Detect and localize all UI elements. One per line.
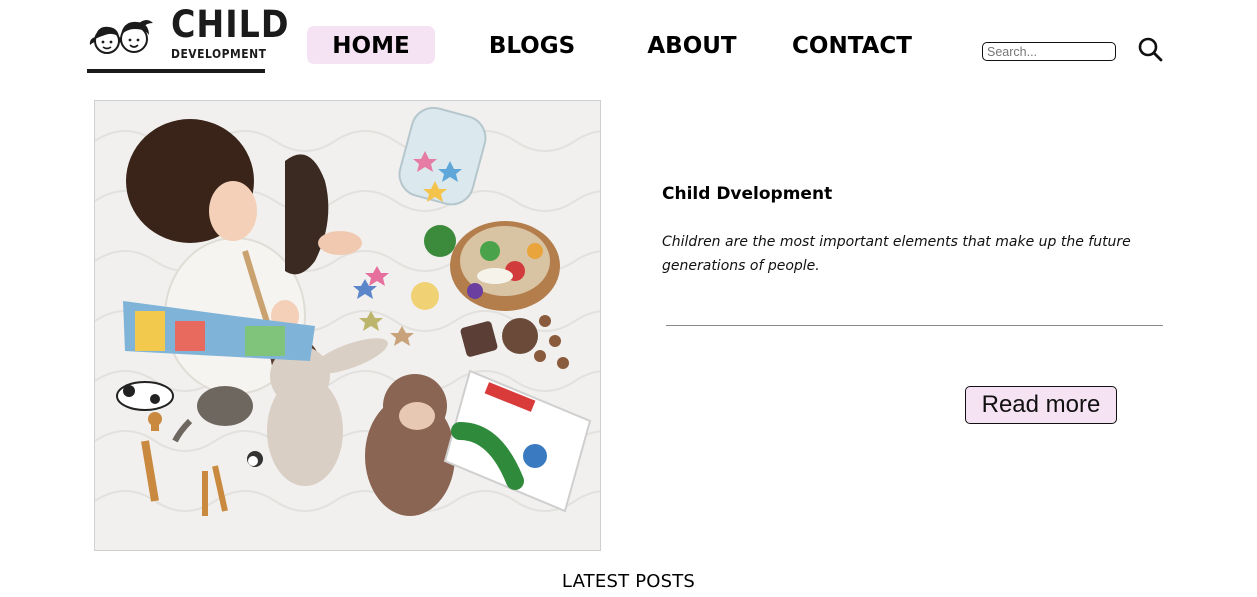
post-divider bbox=[666, 325, 1163, 326]
site-logo[interactable]: CHILD DEVELOPMENT bbox=[87, 3, 289, 75]
logo-underline bbox=[87, 69, 265, 73]
latest-posts-heading: LATEST POSTS bbox=[561, 571, 696, 592]
hero-image bbox=[94, 100, 601, 551]
search-button[interactable] bbox=[1135, 34, 1165, 64]
nav-item-home[interactable]: HOME bbox=[307, 26, 435, 64]
post-title: Child Dvelopment bbox=[662, 184, 833, 204]
nav-item-about[interactable]: ABOUT bbox=[630, 26, 754, 64]
children-faces-icon bbox=[89, 20, 153, 54]
post-excerpt: Children are the most important elements… bbox=[662, 234, 1131, 274]
search-input[interactable] bbox=[982, 42, 1116, 61]
logo-word-child: CHILD bbox=[171, 3, 290, 46]
nav-item-blogs[interactable]: BLOGS bbox=[470, 26, 594, 64]
search-icon bbox=[1138, 37, 1163, 62]
hero-photo bbox=[95, 101, 600, 550]
nav-item-contact[interactable]: CONTACT bbox=[782, 26, 922, 64]
logo-word-development: DEVELOPMENT bbox=[171, 46, 267, 61]
read-more-button[interactable]: Read more bbox=[965, 386, 1117, 424]
